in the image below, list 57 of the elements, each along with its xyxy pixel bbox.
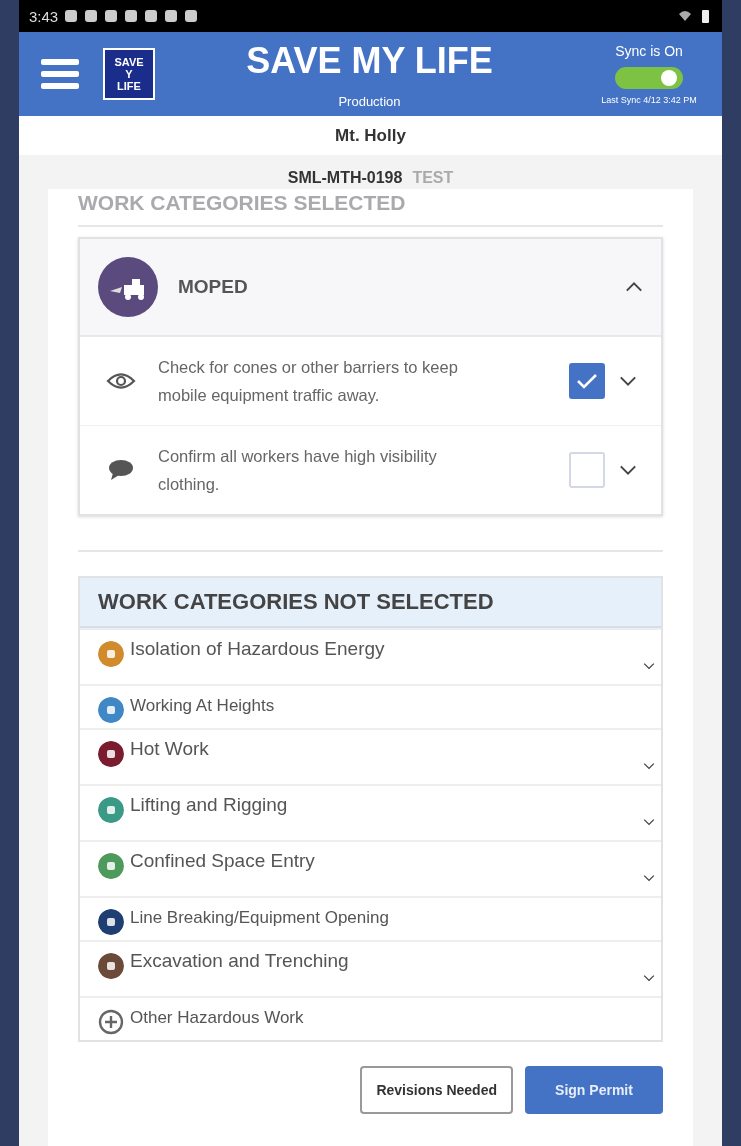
notification-icon [64, 9, 79, 23]
category-row[interactable]: Other Hazardous Work [80, 996, 661, 1040]
chevron-down-icon[interactable] [643, 818, 655, 826]
permit-id: SML-MTH-0198 [287, 169, 403, 187]
category-name: Lifting and Rigging [130, 794, 288, 816]
site-name: Mt. Holly [19, 116, 722, 155]
list-header: WORK CATEGORIES NOT SELECTED [80, 578, 661, 628]
checkmark-icon [576, 372, 598, 390]
checklist-item-text: Check for cones or other barriers to keep mobile equipment traffic away. [158, 357, 459, 406]
category-row[interactable]: Isolation of Hazardous Energy [80, 628, 661, 684]
category-name: Other Hazardous Work [130, 1008, 304, 1028]
vehicle-icon [98, 257, 158, 317]
menu-icon[interactable] [41, 57, 79, 91]
notification-icon [84, 9, 99, 23]
category-name: Line Breaking/Equipment Opening [130, 908, 389, 928]
chevron-down-icon[interactable] [643, 662, 655, 670]
notification-icon [144, 9, 159, 23]
chevron-down-icon[interactable] [643, 762, 655, 770]
app-title: SAVE MY LIFE [246, 39, 493, 82]
environment-label: Production [338, 93, 401, 109]
category-row[interactable]: Hot Work [80, 728, 661, 784]
category-name: Confined Space Entry [130, 850, 315, 872]
notification-icon [184, 9, 199, 23]
category-name: Excavation and Trenching [130, 950, 349, 972]
sync-toggle[interactable] [615, 67, 683, 89]
sync-label: Sync is On [615, 43, 683, 59]
wifi-icon [678, 9, 692, 23]
revisions-button[interactable]: Revisions Needed [360, 1066, 513, 1114]
category-row[interactable]: Lifting and Rigging [80, 784, 661, 840]
last-sync-text: Last Sync 4/12 3:42 PM [601, 95, 697, 105]
checkbox[interactable] [569, 363, 605, 399]
sign-button[interactable]: Sign Permit [525, 1066, 663, 1114]
eye-icon [106, 370, 136, 392]
app-logo: SAVE Y LIFE [103, 48, 155, 100]
permit-tag: TEST [412, 169, 454, 187]
checklist-item-text: Confirm all workers have high visibility clothing. [158, 446, 438, 495]
category-row[interactable]: Excavation and Trenching [80, 940, 661, 996]
category-row[interactable]: Line Breaking/Equipment Opening [80, 896, 661, 940]
notification-icon [104, 9, 119, 23]
notification-icon [124, 9, 139, 23]
category-name: Isolation of Hazardous Energy [130, 638, 385, 660]
notification-icon [164, 9, 179, 23]
category-row[interactable]: Working At Heights [80, 684, 661, 728]
chevron-up-icon[interactable] [625, 281, 643, 293]
category-row[interactable]: Confined Space Entry [80, 840, 661, 896]
speech-bubble-icon [106, 459, 136, 481]
clock: 3:43 [29, 7, 59, 25]
chevron-down-icon[interactable] [619, 375, 637, 387]
category-name: Working At Heights [130, 696, 275, 716]
chevron-down-icon[interactable] [643, 974, 655, 982]
category-name: Hot Work [130, 738, 209, 760]
chevron-down-icon[interactable] [643, 874, 655, 882]
section-heading: WORK CATEGORIES SELECTED [78, 190, 407, 216]
chevron-down-icon[interactable] [619, 464, 637, 476]
checkbox[interactable] [569, 452, 605, 488]
category-header[interactable]: MOPED [80, 239, 661, 337]
category-name: MOPED [178, 276, 249, 298]
